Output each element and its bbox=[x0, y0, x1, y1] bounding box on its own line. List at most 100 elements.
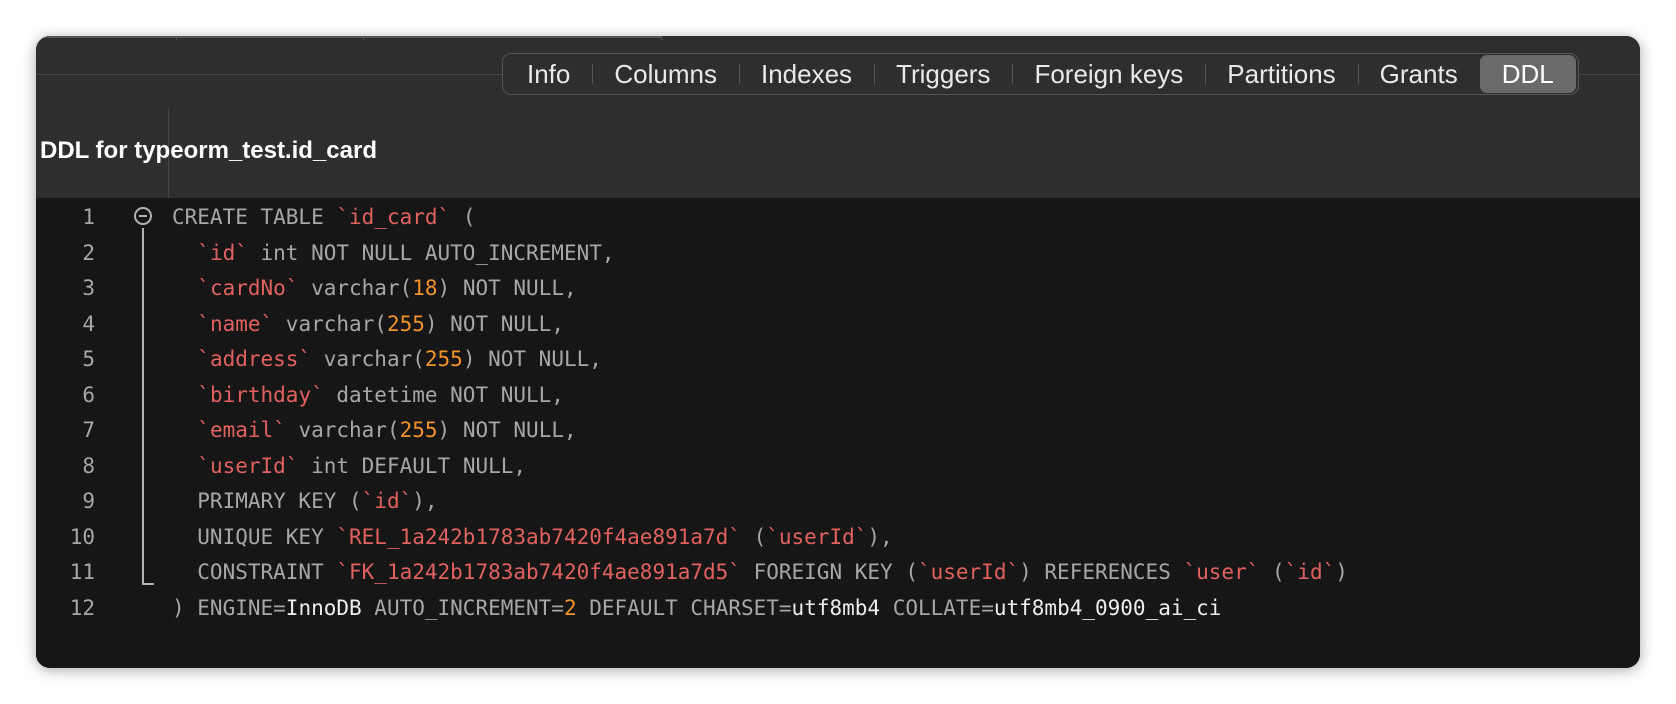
strip-tab[interactable] bbox=[364, 36, 661, 42]
code-token: ( bbox=[450, 205, 476, 229]
code-line: 3 `cardNo` varchar(18) NOT NULL, bbox=[36, 269, 1640, 307]
tab-triggers[interactable]: Triggers bbox=[874, 55, 1012, 93]
code-line: 8 `userId` int DEFAULT NULL, bbox=[36, 447, 1640, 485]
code-token: 255 bbox=[386, 311, 425, 336]
strip-tab[interactable] bbox=[177, 36, 363, 42]
code-token: `address` bbox=[197, 347, 312, 371]
tab-ddl[interactable]: DDL bbox=[1479, 55, 1576, 93]
inspector-tab-bar: Info Columns Indexes Triggers Foreign ke… bbox=[502, 53, 1579, 95]
page-title: DDL for typeorm_test.id_card bbox=[40, 137, 377, 164]
code-token: varchar( bbox=[285, 418, 400, 442]
code-token: `id` bbox=[197, 240, 248, 265]
code-token: `id_card` bbox=[336, 205, 451, 229]
code-token: ( bbox=[740, 524, 767, 549]
code-token: 255 bbox=[424, 347, 463, 371]
line-number: 7 bbox=[82, 418, 95, 442]
line-number: 11 bbox=[69, 560, 95, 584]
code-line: 9 PRIMARY KEY (`id`), bbox=[36, 482, 1640, 520]
code-line: 5 `address` varchar(255) NOT NULL, bbox=[36, 340, 1640, 378]
code-token: varchar( bbox=[298, 276, 413, 300]
code-line: 4 `name` varchar(255) NOT NULL, bbox=[36, 305, 1640, 343]
line-number: 8 bbox=[82, 453, 95, 478]
code-token: `cardNo` bbox=[197, 276, 299, 300]
code-token: varchar( bbox=[273, 311, 387, 336]
code-token: ) NOT NULL, bbox=[462, 347, 602, 371]
code-text: `name` varchar(255) NOT NULL, bbox=[172, 312, 564, 336]
strip-tab[interactable] bbox=[36, 36, 176, 42]
code-token: AUTO_INCREMENT= bbox=[361, 595, 564, 620]
line-number: 2 bbox=[82, 240, 95, 265]
code-token: `userId` bbox=[766, 524, 868, 549]
line-number: 9 bbox=[82, 489, 95, 513]
toolbar: Info Columns Indexes Triggers Foreign ke… bbox=[36, 36, 1640, 234]
code-token: ) NOT NULL, bbox=[437, 276, 577, 300]
code-token: `userId` bbox=[197, 453, 299, 478]
tab-foreign-keys[interactable]: Foreign keys bbox=[1012, 55, 1205, 93]
tab-info[interactable]: Info bbox=[505, 55, 592, 93]
code-token: `REL_1a242b1783ab7420f4ae891a7d` bbox=[336, 524, 741, 549]
code-token: ) bbox=[1335, 560, 1348, 584]
line-number: 1 bbox=[82, 205, 95, 229]
code-token: datetime NOT NULL, bbox=[323, 382, 564, 407]
code-token: int DEFAULT NULL, bbox=[298, 453, 527, 478]
code-line: 11 CONSTRAINT `FK_1a242b1783ab7420f4ae89… bbox=[36, 553, 1640, 591]
code-token: DEFAULT CHARSET= bbox=[576, 595, 792, 620]
code-line: 10 UNIQUE KEY `REL_1a242b1783ab7420f4ae8… bbox=[36, 518, 1640, 556]
code-token: CREATE TABLE bbox=[172, 205, 337, 229]
line-number: 12 bbox=[69, 595, 95, 620]
line-number: 10 bbox=[69, 524, 95, 549]
line-number: 3 bbox=[82, 276, 95, 300]
line-number: 6 bbox=[82, 382, 95, 407]
code-token: varchar( bbox=[311, 347, 425, 371]
code-token: `id` bbox=[1284, 560, 1336, 584]
code-line: 7 `email` varchar(255) NOT NULL, bbox=[36, 411, 1640, 449]
tab-columns[interactable]: Columns bbox=[592, 55, 739, 93]
tab-partitions[interactable]: Partitions bbox=[1205, 55, 1357, 93]
code-token: FOREIGN KEY ( bbox=[740, 560, 918, 584]
ddl-code-editor[interactable]: 1 CREATE TABLE `id_card` (2 `id` int NOT … bbox=[36, 198, 1640, 668]
code-token: ), bbox=[867, 524, 893, 549]
code-line: 12 ) ENGINE=InnoDB AUTO_INCREMENT=2 DEFAU… bbox=[36, 589, 1640, 627]
code-line: 6 `birthday` datetime NOT NULL, bbox=[36, 376, 1640, 414]
code-token: ) NOT NULL, bbox=[424, 311, 564, 336]
code-token: utf8mb4 bbox=[791, 595, 881, 620]
code-token: `FK_1a242b1783ab7420f4ae891a7d5` bbox=[336, 560, 741, 584]
code-token: CONSTRAINT bbox=[172, 560, 337, 584]
code-text: `cardNo` varchar(18) NOT NULL, bbox=[172, 276, 577, 300]
code-text: `birthday` datetime NOT NULL, bbox=[172, 383, 564, 407]
code-text: `id` int NOT NULL AUTO_INCREMENT, bbox=[172, 240, 615, 265]
code-token: `id` bbox=[361, 489, 413, 513]
code-text: `address` varchar(255) NOT NULL, bbox=[172, 347, 602, 371]
code-token: 18 bbox=[412, 276, 438, 300]
code-token: ( bbox=[1259, 560, 1285, 584]
code-token: `birthday` bbox=[197, 382, 324, 407]
line-number: 5 bbox=[82, 347, 95, 371]
code-text: UNIQUE KEY `REL_1a242b1783ab7420f4ae891a… bbox=[172, 524, 893, 549]
line-number: 4 bbox=[82, 311, 95, 336]
code-token: InnoDB bbox=[285, 595, 362, 620]
code-token: 255 bbox=[399, 418, 438, 442]
code-text: `email` varchar(255) NOT NULL, bbox=[172, 418, 576, 442]
code-token: `userId` bbox=[917, 560, 1020, 584]
code-token: ) REFERENCES bbox=[1019, 560, 1184, 584]
code-text: CONSTRAINT `FK_1a242b1783ab7420f4ae891a7… bbox=[172, 560, 1348, 584]
code-text: CREATE TABLE `id_card` ( bbox=[172, 205, 475, 229]
code-text: `userId` int DEFAULT NULL, bbox=[172, 454, 526, 478]
code-token: utf8mb4_0900_ai_ci bbox=[993, 595, 1222, 620]
code-line: 2 `id` int NOT NULL AUTO_INCREMENT, bbox=[36, 234, 1640, 272]
strip-separator bbox=[661, 36, 662, 40]
code-text: ) ENGINE=InnoDB AUTO_INCREMENT=2 DEFAULT… bbox=[172, 596, 1221, 620]
code-token: COLLATE= bbox=[880, 595, 994, 620]
code-token: ) ENGINE= bbox=[172, 595, 286, 620]
code-token: `name` bbox=[197, 311, 274, 336]
tab-grants[interactable]: Grants bbox=[1357, 55, 1480, 93]
code-token: PRIMARY KEY ( bbox=[172, 489, 362, 513]
tab-indexes[interactable]: Indexes bbox=[738, 55, 874, 93]
code-token: int NOT NULL AUTO_INCREMENT, bbox=[247, 240, 615, 265]
